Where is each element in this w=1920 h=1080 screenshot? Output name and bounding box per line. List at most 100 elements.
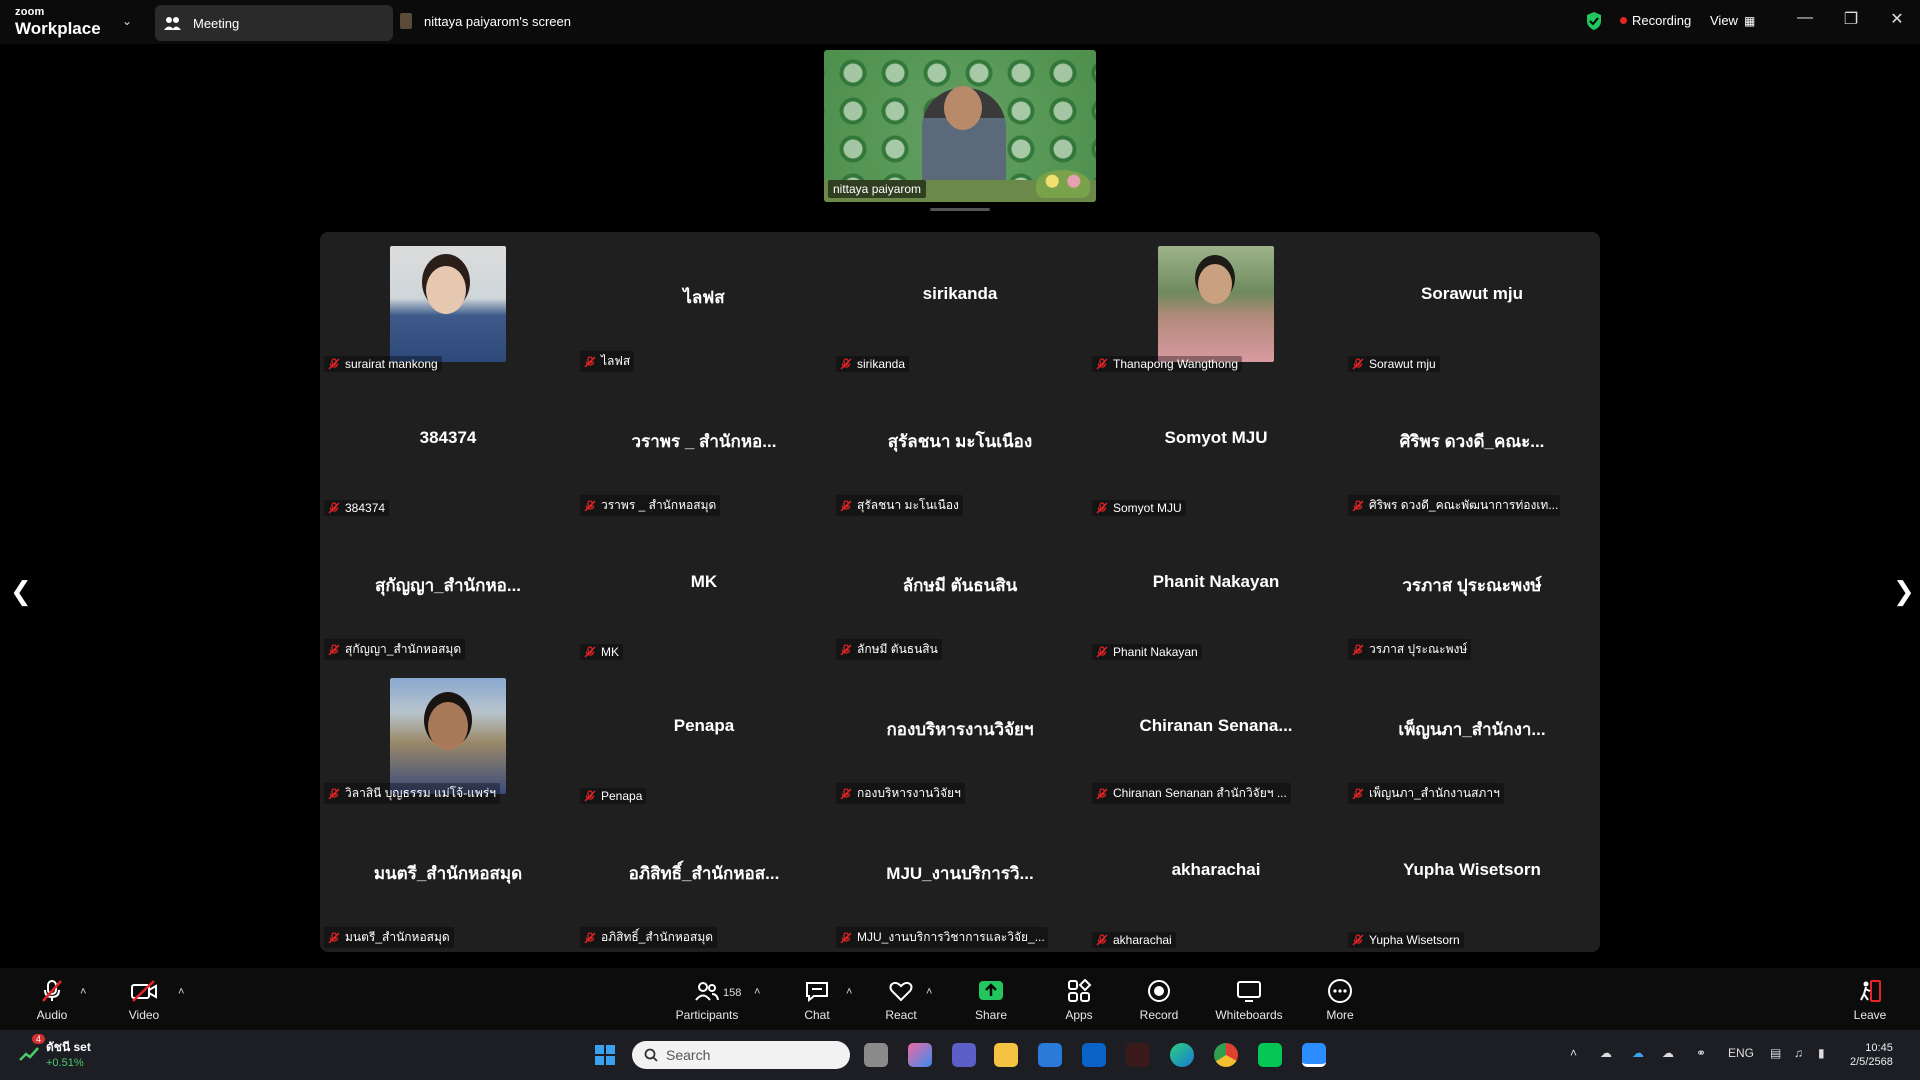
participant-tile[interactable]: akharachai akharachai (1088, 808, 1344, 952)
tray-chevron-icon[interactable]: ˄ (1570, 1046, 1577, 1060)
participants-icon (695, 982, 719, 1001)
video-options-caret-icon[interactable]: ˄ (178, 986, 184, 998)
zoom-taskbar-icon[interactable] (1302, 1043, 1326, 1067)
microsoft-store-icon[interactable] (1038, 1043, 1062, 1067)
language-indicator[interactable]: ENG (1728, 1046, 1754, 1060)
participant-name: sirikanda (857, 357, 906, 371)
game-app-icon[interactable] (1126, 1043, 1150, 1067)
cloud-icon[interactable]: ☁ (1600, 1046, 1612, 1060)
chrome-icon[interactable] (1214, 1043, 1238, 1067)
active-speaker-video[interactable]: nittaya paiyarom (824, 50, 1096, 202)
windows-start-icon[interactable] (594, 1044, 616, 1066)
search-placeholder: Search (666, 1047, 711, 1063)
audio-options-caret-icon[interactable]: ˄ (80, 986, 86, 998)
taskbar-search[interactable]: Search (632, 1041, 850, 1069)
participant-tile[interactable]: Somyot MJU Somyot MJU (1088, 376, 1344, 520)
participant-display-name: มนตรี_สำนักหอสมุด (373, 864, 523, 883)
participant-tile[interactable]: กองบริหารงานวิจัยฯ กองบริหารงานวิจัยฯ (832, 664, 1088, 808)
display-icon[interactable]: ▤ (1770, 1046, 1781, 1060)
participant-tile[interactable]: วราพร _ สำนักหอ... วราพร _ สำนักหอสมุด (576, 376, 832, 520)
network-icon[interactable]: ☁ (1662, 1046, 1674, 1060)
previous-page-icon[interactable]: ❮ (10, 576, 32, 607)
participant-tile[interactable]: วิลาสินี บุญธรรม แม่โจ้-แพร่ฯ (320, 664, 576, 808)
participant-tile[interactable]: อภิสิทธิ์_สำนักหอส... อภิสิทธิ์_สำนักหอสม… (576, 808, 832, 952)
speaker-icon[interactable]: ♫ (1794, 1046, 1803, 1060)
view-button[interactable]: View ▦ (1710, 13, 1755, 28)
participant-tile[interactable]: Phanit Nakayan Phanit Nakayan (1088, 520, 1344, 664)
recording-indicator[interactable]: Recording (1620, 13, 1691, 28)
next-page-icon[interactable]: ❯ (1893, 576, 1915, 607)
apps-label: Apps (1065, 1008, 1093, 1022)
minimize-icon[interactable]: — (1793, 9, 1817, 27)
participant-display-name: เพ็ญนภา_สำนักงา... (1398, 720, 1546, 739)
participant-tile[interactable]: sirikanda sirikanda (832, 232, 1088, 376)
apps-button[interactable]: Apps (1039, 978, 1119, 1022)
participant-tile[interactable]: ไลฟส ไลฟส (576, 232, 832, 376)
battery-icon[interactable]: ▮ (1818, 1046, 1825, 1060)
participant-tile[interactable]: MK MK (576, 520, 832, 664)
participant-tile[interactable]: surairat mankong (320, 232, 576, 376)
participant-tile[interactable]: สุกัญญา_สำนักหอ... สุกัญญา_สำนักหอสมุด (320, 520, 576, 664)
participants-button[interactable]: Participants (667, 978, 747, 1022)
whiteboards-button[interactable]: Whiteboards (1209, 978, 1289, 1022)
video-button[interactable]: Video (104, 978, 184, 1022)
audio-button[interactable]: Audio (12, 978, 92, 1022)
participant-tile[interactable]: เพ็ญนภา_สำนักงา... เพ็ญนภา_สำนักงานสภาฯ (1344, 664, 1600, 808)
participant-name: ศิริพร ดวงดี_คณะพัฒนาการท่องเท... (1369, 498, 1559, 512)
participant-name-label: ลักษมี ตันธนสิน (836, 639, 942, 660)
mic-muted-icon (1096, 646, 1108, 658)
participant-tile[interactable]: Penapa Penapa (576, 664, 832, 808)
chat-button[interactable]: Chat (777, 978, 857, 1022)
mic-muted-icon (1352, 934, 1364, 946)
participant-tile[interactable]: วรภาส ปุระณะพงษ์ วรภาส ปุระณะพงษ์ (1344, 520, 1600, 664)
participant-name-label: akharachai (1092, 932, 1176, 948)
participant-tile[interactable]: ลักษมี ตันธนสิน ลักษมี ตันธนสิน (832, 520, 1088, 664)
participant-tile[interactable]: Chiranan Senana... Chiranan Senanan สำนัก… (1088, 664, 1344, 808)
system-clock[interactable]: 10:45 2/5/2568 (1850, 1041, 1893, 1069)
participant-tile[interactable]: MJU_งานบริการวิ... MJU_งานบริการวิชาการแล… (832, 808, 1088, 952)
tab-meeting-label: Meeting (193, 15, 240, 31)
microphone-icon[interactable]: ⚭ (1696, 1046, 1706, 1060)
share-button[interactable]: Share (951, 978, 1031, 1022)
speaker-name: nittaya paiyarom (828, 180, 927, 198)
react-caret-icon[interactable]: ˄ (926, 986, 932, 998)
participant-name: 384374 (345, 501, 386, 515)
tab-shared-screen[interactable]: nittaya paiyarom's screen (400, 13, 571, 29)
chat-caret-icon[interactable]: ˄ (846, 986, 852, 998)
mic-muted-icon (1352, 358, 1364, 370)
leave-button[interactable]: Leave (1830, 978, 1910, 1022)
restore-icon[interactable]: ❐ (1839, 9, 1863, 29)
heart-icon (889, 981, 913, 1002)
edge-icon[interactable] (1170, 1043, 1194, 1067)
more-button[interactable]: More (1300, 978, 1380, 1022)
task-view-icon[interactable] (864, 1043, 888, 1067)
drag-handle[interactable] (930, 208, 990, 211)
participant-tile[interactable]: Sorawut mju Sorawut mju (1344, 232, 1600, 376)
chat-icon (806, 982, 828, 1003)
participants-caret-icon[interactable]: ˄ (754, 986, 760, 998)
tab-meeting[interactable]: Meeting (155, 5, 393, 41)
participant-tile[interactable]: มนตรี_สำนักหอสมุด มนตรี_สำนักหอสมุด (320, 808, 576, 952)
participant-tile[interactable]: Yupha Wisetsorn Yupha Wisetsorn (1344, 808, 1600, 952)
participant-tile[interactable]: 384374 384374 (320, 376, 576, 520)
close-icon[interactable]: ✕ (1885, 9, 1909, 29)
participant-name-label: สุกัญญา_สำนักหอสมุด (324, 639, 466, 660)
onedrive-icon[interactable]: ☁ (1632, 1046, 1644, 1060)
participant-name: วรภาส ปุระณะพงษ์ (1369, 642, 1468, 656)
stock-widget[interactable]: 4 ดัชนี set +0.51% (18, 1034, 91, 1069)
file-explorer-icon[interactable] (994, 1043, 1018, 1067)
outlook-icon[interactable] (1082, 1043, 1106, 1067)
react-button[interactable]: React (861, 978, 941, 1022)
mic-muted-icon (840, 499, 852, 511)
copilot-icon[interactable] (908, 1043, 932, 1067)
participant-tile[interactable]: Thanapong Wangthong (1088, 232, 1344, 376)
mic-muted-icon (1352, 499, 1364, 511)
shield-icon[interactable] (1585, 11, 1603, 31)
line-icon[interactable] (1258, 1043, 1282, 1067)
participant-tile[interactable]: ศิริพร ดวงดี_คณะ... ศิริพร ดวงดี_คณะพัฒนา… (1344, 376, 1600, 520)
chevron-down-icon[interactable]: ⌄ (122, 14, 132, 28)
record-button[interactable]: Record (1119, 978, 1199, 1022)
participant-tile[interactable]: สุรัลชนา มะโนเนือง สุรัลชนา มะโนเนือง (832, 376, 1088, 520)
flowers (1036, 170, 1090, 198)
teams-icon[interactable] (952, 1043, 976, 1067)
